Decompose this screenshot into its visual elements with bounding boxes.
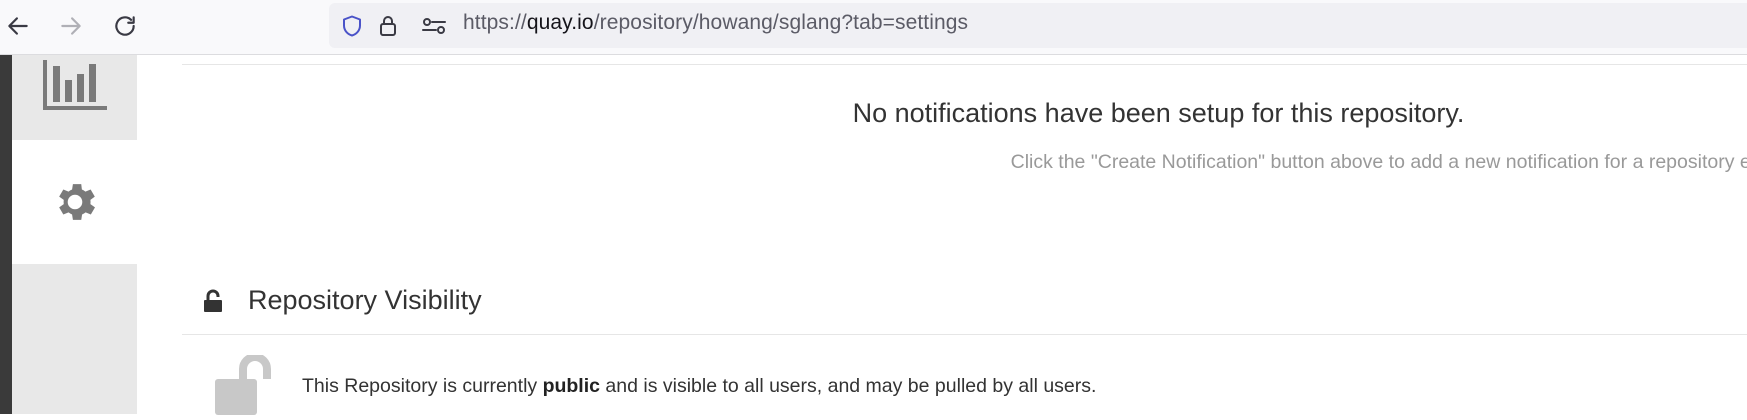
visibility-status: public (542, 375, 600, 397)
visibility-description: This Repository is currently public and … (302, 375, 1096, 398)
visibility-text-before: This Repository is currently (302, 375, 543, 397)
sidebar-item-usage-logs[interactable] (12, 55, 137, 140)
browser-toolbar: https://quay.io/repository/howang/sglang… (0, 0, 1747, 55)
divider (182, 64, 1747, 65)
repository-visibility-header: Repository Visibility (182, 285, 482, 316)
tracking-protection-button[interactable] (338, 12, 366, 40)
reload-button[interactable] (107, 8, 143, 44)
url-host: quay.io (526, 11, 594, 34)
repo-sidebar (12, 55, 137, 414)
sidebar-item-empty (12, 264, 137, 414)
bar-chart-icon (42, 59, 107, 110)
divider (182, 334, 1747, 335)
public-lock-icon (213, 353, 283, 420)
settings-main: No notifications have been setup for thi… (137, 55, 1747, 415)
unlock-icon (204, 289, 222, 312)
arrow-left-icon (8, 17, 28, 35)
reload-icon (115, 16, 135, 36)
back-button[interactable] (0, 8, 36, 44)
notifications-empty-title: No notifications have been setup for thi… (852, 98, 1465, 128)
notifications-empty-hint: Click the "Create Notification" button a… (1010, 151, 1747, 173)
url-scheme: https:// (463, 11, 527, 34)
permissions-icon (422, 18, 446, 34)
sidebar-item-settings[interactable] (12, 140, 137, 264)
site-permissions-button[interactable] (420, 12, 448, 40)
forward-button[interactable] (53, 8, 89, 44)
url-text[interactable]: https://quay.io/repository/howang/sglang… (463, 11, 968, 35)
arrow-right-icon (61, 17, 81, 35)
shield-icon (343, 15, 361, 37)
url-path: /repository/howang/sglang?tab=settings (593, 11, 969, 34)
left-dark-edge (0, 55, 12, 414)
visibility-text-after: and is visible to all users, and may be … (600, 375, 1097, 397)
site-security-button[interactable] (374, 12, 402, 40)
gear-icon (58, 184, 95, 220)
lock-icon (380, 16, 396, 36)
section-title: Repository Visibility (248, 285, 482, 315)
